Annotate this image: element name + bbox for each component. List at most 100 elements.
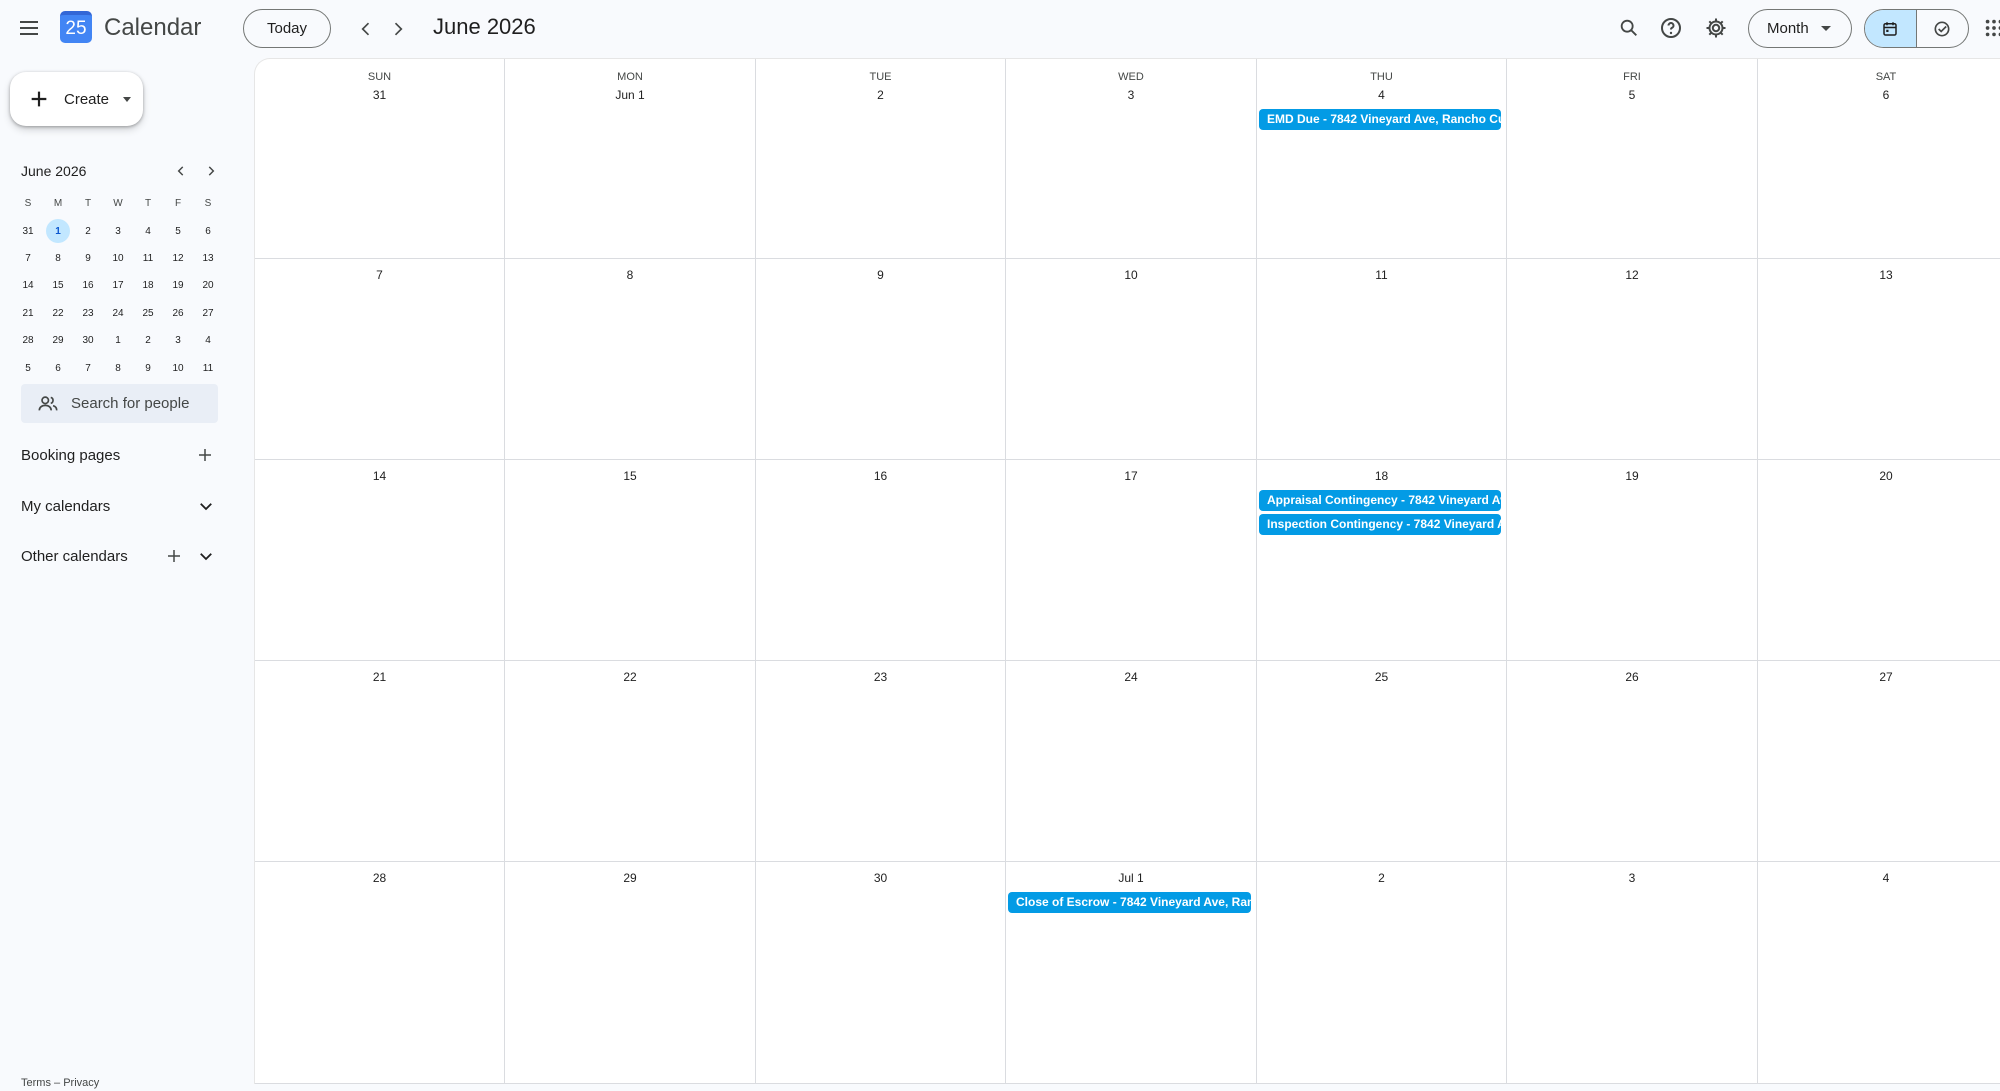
mini-calendar-day[interactable]: 30 (73, 327, 103, 354)
calendar-view-toggle[interactable] (1865, 10, 1917, 47)
day-number[interactable]: 24 (1006, 670, 1256, 684)
day-number[interactable]: 20 (1758, 469, 2000, 483)
mini-calendar-day[interactable]: 18 (133, 272, 163, 299)
day-cell[interactable]: 10 (1006, 259, 1257, 460)
day-cell[interactable]: THU 4 (1257, 59, 1507, 259)
mini-calendar-day[interactable]: 9 (73, 245, 103, 272)
day-number[interactable]: 9 (756, 268, 1005, 282)
day-cell[interactable]: 29 (505, 862, 756, 1084)
mini-calendar-day[interactable]: 22 (43, 300, 73, 327)
support-button[interactable] (1651, 8, 1691, 48)
mini-calendar-day[interactable]: 12 (163, 245, 193, 272)
expand-other-calendars-button[interactable] (192, 542, 220, 570)
day-cell[interactable]: 24 (1006, 661, 1257, 862)
day-number[interactable]: 19 (1507, 469, 1757, 483)
day-number[interactable]: 28 (255, 871, 504, 885)
day-cell[interactable]: 20 (1758, 460, 2000, 661)
view-switcher-dropdown[interactable]: Month (1748, 9, 1852, 48)
day-cell[interactable]: 30 (756, 862, 1006, 1084)
day-number[interactable]: 30 (756, 871, 1005, 885)
day-cell[interactable]: 21 (255, 661, 505, 862)
mini-calendar-day[interactable]: 7 (13, 245, 43, 272)
calendar-event-chip[interactable]: Inspection Contingency - 7842 Vineyard A… (1259, 514, 1501, 535)
mini-calendar-day[interactable]: 10 (103, 245, 133, 272)
day-cell[interactable]: 4 (1758, 862, 2000, 1084)
today-button[interactable]: Today (243, 9, 331, 48)
day-cell[interactable]: SUN 31 (255, 59, 505, 259)
day-number[interactable]: 10 (1006, 268, 1256, 282)
add-booking-page-button[interactable] (191, 441, 219, 469)
day-number[interactable]: 27 (1758, 670, 2000, 684)
day-cell[interactable]: 26 (1507, 661, 1758, 862)
mini-calendar-day[interactable]: 27 (193, 300, 223, 327)
settings-button[interactable] (1696, 8, 1736, 48)
mini-calendar-day[interactable]: 15 (43, 272, 73, 299)
mini-calendar-day[interactable]: 6 (193, 217, 223, 244)
mini-calendar-day[interactable]: 31 (13, 217, 43, 244)
day-number[interactable]: 6 (1758, 88, 2000, 102)
mini-calendar-day[interactable]: 20 (193, 272, 223, 299)
booking-pages-section[interactable]: Booking pages (21, 439, 221, 471)
day-cell[interactable]: 28 (255, 862, 505, 1084)
mini-calendar-day[interactable]: 3 (103, 217, 133, 244)
day-number[interactable]: 4 (1257, 88, 1506, 102)
mini-calendar-day[interactable]: 1 (43, 217, 73, 244)
mini-calendar-day[interactable]: 10 (163, 354, 193, 381)
other-calendars-section[interactable]: Other calendars (21, 540, 221, 572)
day-number[interactable]: 13 (1758, 268, 2000, 282)
google-apps-button[interactable] (1974, 8, 2000, 48)
day-number[interactable]: 4 (1758, 871, 2000, 885)
mini-calendar-day[interactable]: 8 (43, 245, 73, 272)
day-number[interactable]: 15 (505, 469, 755, 483)
day-number[interactable]: 29 (505, 871, 755, 885)
day-cell[interactable]: 8 (505, 259, 756, 460)
day-number[interactable]: 3 (1507, 871, 1757, 885)
mini-calendar-day[interactable]: 28 (13, 327, 43, 354)
day-number[interactable]: 12 (1507, 268, 1757, 282)
day-cell[interactable]: 19 (1507, 460, 1758, 661)
people-search-input[interactable] (71, 395, 211, 412)
mini-calendar-day[interactable]: 11 (133, 245, 163, 272)
day-number[interactable]: Jul 1 (1006, 871, 1256, 885)
day-number[interactable]: 17 (1006, 469, 1256, 483)
mini-calendar-day[interactable]: 19 (163, 272, 193, 299)
day-cell[interactable]: 17 (1006, 460, 1257, 661)
day-number[interactable]: 18 (1257, 469, 1506, 483)
my-calendars-section[interactable]: My calendars (21, 490, 221, 522)
day-cell[interactable]: 22 (505, 661, 756, 862)
mini-calendar-next-button[interactable] (198, 158, 224, 184)
day-number[interactable]: 31 (255, 88, 504, 102)
search-button[interactable] (1609, 8, 1649, 48)
mini-calendar-day[interactable]: 24 (103, 300, 133, 327)
mini-calendar-day[interactable]: 11 (193, 354, 223, 381)
day-cell[interactable]: 11 (1257, 259, 1507, 460)
people-search-box[interactable] (21, 384, 218, 423)
mini-calendar-day[interactable]: 2 (73, 217, 103, 244)
mini-calendar-day[interactable]: 4 (133, 217, 163, 244)
day-cell[interactable]: 3 (1507, 862, 1758, 1084)
calendar-event-chip[interactable]: Close of Escrow - 7842 Vineyard Ave, Ran… (1008, 892, 1251, 913)
mini-calendar-day[interactable]: 5 (13, 354, 43, 381)
day-cell[interactable]: 13 (1758, 259, 2000, 460)
day-cell[interactable]: 12 (1507, 259, 1758, 460)
day-number[interactable]: 16 (756, 469, 1005, 483)
day-cell[interactable]: 23 (756, 661, 1006, 862)
mini-calendar-day[interactable]: 23 (73, 300, 103, 327)
day-number[interactable]: 7 (255, 268, 504, 282)
mini-calendar-day[interactable]: 17 (103, 272, 133, 299)
day-number[interactable]: 25 (1257, 670, 1506, 684)
day-number[interactable]: 21 (255, 670, 504, 684)
mini-calendar-prev-button[interactable] (168, 158, 194, 184)
day-number[interactable]: 2 (756, 88, 1005, 102)
add-other-calendar-button[interactable] (160, 542, 188, 570)
mini-calendar-day[interactable]: 1 (103, 327, 133, 354)
day-cell[interactable]: SAT 6 (1758, 59, 2000, 259)
tasks-view-toggle[interactable] (1917, 10, 1969, 47)
day-number[interactable]: 22 (505, 670, 755, 684)
app-title[interactable]: Calendar (104, 14, 201, 42)
day-number[interactable]: 5 (1507, 88, 1757, 102)
day-cell[interactable]: 25 (1257, 661, 1507, 862)
day-number[interactable]: 14 (255, 469, 504, 483)
mini-calendar-day[interactable]: 3 (163, 327, 193, 354)
mini-calendar-day[interactable]: 6 (43, 354, 73, 381)
